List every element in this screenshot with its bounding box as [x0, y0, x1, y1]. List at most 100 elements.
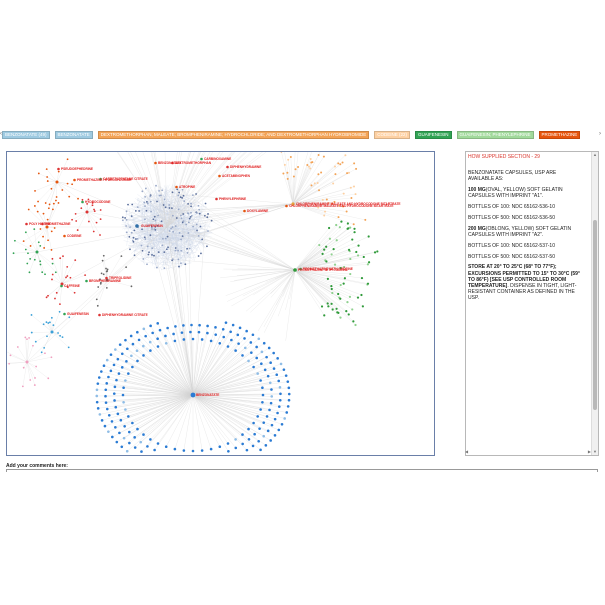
labelled-node[interactable] — [98, 313, 101, 317]
hub-promethazine-codeine[interactable] — [293, 268, 297, 272]
graph-node — [148, 251, 150, 254]
graph-edge — [285, 269, 296, 310]
graph-node — [347, 171, 350, 174]
graph-node — [206, 216, 209, 219]
graph-node — [114, 348, 117, 351]
graph-node — [62, 255, 64, 258]
graph-node — [352, 185, 355, 188]
hub-guaifenesin[interactable] — [135, 224, 139, 228]
graph-node — [360, 293, 363, 297]
graph-node — [153, 215, 156, 218]
graph-node — [132, 236, 135, 239]
node-label: GUAIFENESIN — [141, 224, 163, 228]
comments-input[interactable] — [6, 469, 598, 472]
labelled-node[interactable] — [81, 200, 84, 204]
graph-node — [54, 271, 57, 274]
drug-network-graph[interactable]: BENZONATATE GUAIFENESIN PROMETHAZINE WITH … — [6, 151, 435, 456]
graph-node — [145, 209, 148, 212]
labelled-node[interactable] — [154, 161, 157, 165]
graph-node — [364, 218, 367, 221]
graph-node — [262, 421, 266, 424]
scroll-right-icon[interactable]: › — [599, 131, 603, 137]
graph-node — [28, 337, 30, 339]
graph-edge — [7, 351, 28, 363]
drug-tag[interactable]: BENZONATATE (49) — [2, 131, 50, 139]
scrollbar-thumb[interactable] — [593, 220, 597, 410]
network-canvas[interactable]: BENZONATATE GUAIFENESIN PROMETHAZINE WITH … — [7, 152, 434, 455]
node-label: GUAIFENESIN — [67, 312, 89, 316]
graph-node — [367, 261, 371, 264]
scroll-left-arrow-icon[interactable]: ◀ — [465, 449, 468, 454]
drug-tag[interactable]: DEXTROMETHORPHAN; MALEATE; BROMPHENIRAMI… — [97, 131, 370, 139]
drug-tag[interactable]: GUAIFENESIN; PHENYLEPHRINE — [456, 131, 534, 139]
graph-node — [261, 393, 265, 397]
graph-node — [180, 217, 183, 220]
graph-node — [66, 182, 69, 185]
graph-node — [102, 273, 105, 276]
labelled-node[interactable] — [285, 204, 288, 208]
scroll-left-icon[interactable]: ‹ — [0, 131, 4, 137]
graph-node — [36, 210, 39, 213]
labelled-node[interactable] — [57, 167, 60, 171]
node-label: PROMETHAZINE WITH CODEINE — [303, 267, 353, 271]
drug-tag[interactable]: BENZONATATE — [54, 131, 93, 139]
graph-node — [347, 313, 350, 316]
labelled-node[interactable] — [25, 222, 28, 226]
panel-vertical-scrollbar[interactable]: ▲ ▼ — [591, 152, 598, 455]
graph-node — [109, 353, 113, 356]
drug-tag[interactable]: PROMETHAZINE — [538, 131, 581, 139]
graph-node — [186, 252, 189, 254]
labelled-node[interactable] — [85, 279, 88, 283]
graph-node — [346, 222, 349, 225]
labelled-node[interactable] — [243, 209, 246, 213]
graph-node — [330, 302, 333, 305]
graph-node — [39, 244, 42, 247]
drug-tag[interactable]: GUAIFENESIN — [415, 131, 452, 139]
graph-node — [265, 415, 269, 418]
graph-node — [269, 361, 272, 365]
graph-edge — [192, 394, 248, 451]
graph-node — [131, 365, 134, 369]
graph-node — [279, 362, 283, 366]
graph-node — [168, 230, 171, 232]
graph-node — [195, 193, 197, 195]
graph-node — [106, 270, 109, 272]
graph-node — [184, 263, 187, 266]
labelled-node[interactable] — [218, 174, 221, 178]
labelled-node[interactable] — [200, 157, 203, 161]
scroll-down-icon[interactable]: ▼ — [592, 449, 598, 455]
graph-node — [188, 247, 191, 250]
section-title: HOW SUPPLIED SECTION - 29 — [468, 154, 540, 160]
graph-edge — [294, 269, 332, 287]
graph-node — [245, 448, 249, 452]
graph-node — [206, 245, 208, 248]
labelled-node[interactable] — [60, 284, 63, 288]
labelled-node[interactable] — [63, 312, 66, 316]
scroll-right-arrow-icon[interactable]: ▶ — [588, 449, 591, 454]
panel-horizontal-scrollbar[interactable]: ◀ ▶ — [465, 449, 591, 454]
graph-edge — [270, 269, 296, 298]
graph-node — [179, 196, 182, 199]
graph-edge — [225, 269, 296, 296]
graph-edge — [125, 206, 128, 226]
graph-node — [284, 374, 288, 377]
graph-node — [310, 184, 313, 187]
hub-benzonatate[interactable] — [190, 392, 196, 398]
graph-node — [259, 379, 262, 382]
scroll-up-icon[interactable]: ▲ — [592, 152, 598, 158]
graph-node — [120, 352, 124, 356]
graph-node — [195, 223, 198, 226]
labelled-node[interactable] — [63, 234, 66, 238]
graph-node — [191, 194, 194, 196]
drug-tag[interactable]: CODEINE (22) — [374, 131, 410, 139]
labelled-node[interactable] — [226, 165, 229, 169]
graph-node — [164, 334, 167, 338]
graph-node — [61, 336, 64, 339]
labelled-node[interactable] — [215, 197, 218, 201]
graph-node — [338, 226, 341, 229]
labelled-node[interactable] — [73, 178, 76, 182]
graph-node — [190, 214, 193, 217]
graph-node — [325, 198, 328, 201]
graph-node — [340, 220, 343, 223]
labelled-node[interactable] — [175, 185, 178, 189]
